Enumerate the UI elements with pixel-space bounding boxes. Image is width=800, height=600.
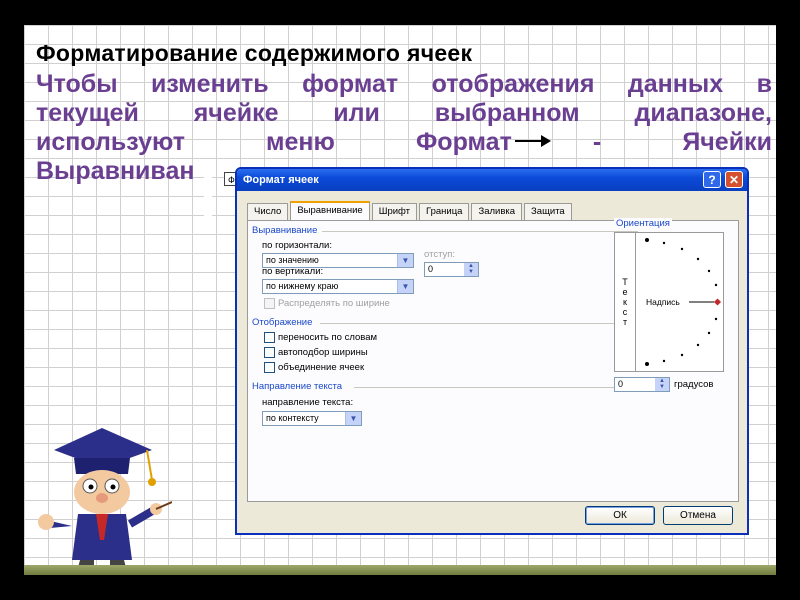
- paragraph-line-2: текущей ячейке или выбранном диапазоне,: [36, 99, 772, 128]
- text-mask: [204, 163, 212, 225]
- vertical-letter: е: [622, 287, 628, 297]
- text-direction-label: направление текста:: [262, 397, 354, 408]
- tab-border[interactable]: Граница: [419, 203, 470, 220]
- word: используют: [36, 128, 185, 156]
- vertical-letter: с: [622, 307, 628, 317]
- alignment-panel: Выравнивание по горизонтали: по значению…: [247, 218, 739, 502]
- horizontal-label: по горизонтали:: [262, 240, 332, 251]
- word: текущей: [36, 99, 139, 127]
- autofit-checkbox[interactable]: [264, 347, 275, 358]
- distribute-checkbox[interactable]: [264, 298, 275, 309]
- divider: [322, 231, 638, 232]
- paragraph-line-1: Чтобы изменить формат отображения данных…: [36, 70, 772, 99]
- word: диапазоне,: [634, 99, 772, 127]
- indent-value: 0: [428, 264, 434, 274]
- dialog-tabs: Число Выравнивание Шрифт Граница Заливка…: [247, 201, 574, 220]
- horizontal-value: по значению: [266, 255, 319, 265]
- degrees-label: градусов: [674, 379, 714, 390]
- wrap-text-checkbox[interactable]: [264, 332, 275, 343]
- teacher-cartoon-icon: [38, 428, 172, 575]
- tab-protection[interactable]: Защита: [524, 203, 572, 220]
- word: или: [333, 99, 380, 127]
- tab-number[interactable]: Число: [247, 203, 289, 220]
- autofit-label: автоподбор ширины: [278, 347, 368, 358]
- spin-arrows-icon[interactable]: ▲ ▼: [655, 378, 669, 391]
- close-button[interactable]: ✕: [725, 171, 743, 188]
- degrees-value: 0: [618, 379, 624, 389]
- distribute-label: Распределять по ширине: [278, 298, 390, 309]
- word: Ячейки: [682, 128, 772, 156]
- vertical-label: по вертикали:: [262, 266, 324, 277]
- paragraph-line-3: используют меню Формат - Ячейки: [36, 128, 772, 157]
- indent-spinner[interactable]: 0 ▲ ▼: [424, 262, 479, 277]
- chevron-down-icon[interactable]: ▼: [397, 254, 413, 267]
- text-direction-group-header: Направление текста: [252, 381, 343, 392]
- alignment-group-header: Выравнивание: [252, 225, 318, 236]
- dialog-titlebar[interactable]: Формат ячеек ? ✕: [237, 169, 747, 191]
- chevron-down-icon[interactable]: ▼: [345, 412, 361, 425]
- cancel-button[interactable]: Отмена: [663, 506, 733, 525]
- help-button[interactable]: ?: [703, 171, 721, 188]
- wrap-text-label: переносить по словам: [278, 332, 378, 343]
- degrees-spinner[interactable]: 0 ▲ ▼: [614, 377, 670, 392]
- tab-alignment[interactable]: Выравнивание: [290, 201, 370, 220]
- word: в: [756, 70, 772, 98]
- word: меню: [266, 128, 335, 156]
- word: данных: [627, 70, 724, 98]
- word: ячейке: [193, 99, 279, 127]
- word: выбранном: [434, 99, 580, 127]
- display-group-header: Отображение: [252, 317, 313, 328]
- vertical-text-option[interactable]: Т е к с т: [615, 233, 636, 371]
- merge-cells-checkbox[interactable]: [264, 362, 275, 373]
- indent-label: отступ:: [424, 249, 456, 260]
- divider: [354, 387, 638, 388]
- text-direction-select[interactable]: по контексту ▼: [262, 411, 362, 426]
- tab-fill[interactable]: Заливка: [471, 203, 523, 220]
- vertical-select[interactable]: по нижнему краю ▼: [262, 279, 414, 294]
- word: изменить: [151, 70, 269, 98]
- orientation-control[interactable]: Т е к с т Надпись: [614, 232, 724, 372]
- orientation-group-header: Ориентация: [614, 218, 672, 229]
- word: формат: [302, 70, 399, 98]
- divider: [320, 323, 638, 324]
- vertical-letter: т: [622, 317, 628, 327]
- text-direction-value: по контексту: [266, 413, 319, 423]
- arrow-right-icon: [515, 135, 551, 147]
- orientation-caption: Надпись: [646, 297, 680, 307]
- word: отображения: [431, 70, 595, 98]
- ok-button[interactable]: ОК: [585, 506, 655, 525]
- bottom-grass-band: [24, 565, 776, 575]
- slide-title: Форматирование содержимого ячеек: [36, 40, 473, 66]
- word: Выравниван: [36, 157, 195, 185]
- word: Чтобы: [36, 70, 118, 98]
- word: -: [592, 128, 602, 156]
- chevron-down-icon[interactable]: ▼: [397, 280, 413, 293]
- vertical-letter: Т: [622, 277, 628, 287]
- spin-arrows-icon[interactable]: ▲ ▼: [464, 263, 478, 276]
- dialog-title: Формат ячеек: [243, 174, 319, 186]
- tab-font[interactable]: Шрифт: [371, 203, 417, 220]
- vertical-value: по нижнему краю: [266, 281, 339, 291]
- word: Формат: [415, 128, 512, 156]
- vertical-letter: к: [623, 297, 627, 307]
- format-cells-dialog: Формат ячеек ? ✕ Число Выравнивание Шриф…: [235, 167, 749, 535]
- merge-cells-label: объединение ячеек: [278, 362, 365, 373]
